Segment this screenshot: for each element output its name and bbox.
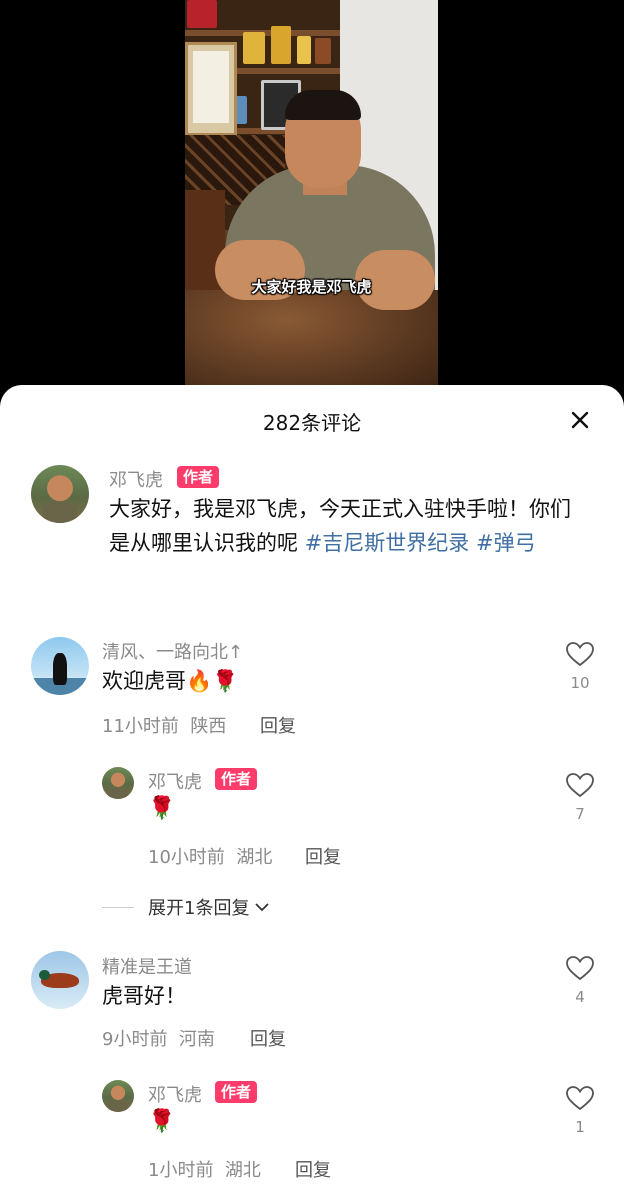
like-button[interactable] (565, 1085, 595, 1115)
avatar[interactable] (102, 767, 134, 799)
comment-author-name[interactable]: 邓飞虎 (148, 1081, 202, 1107)
comment-text: 欢迎虎哥🔥🌹 (102, 669, 239, 693)
heart-icon (566, 642, 594, 667)
avatar[interactable] (31, 951, 89, 1009)
avatar[interactable] (31, 637, 89, 695)
video-frame: 大家好我是邓飞虎 (185, 0, 438, 390)
like-count: 10 (570, 674, 590, 692)
comment-author-name[interactable]: 邓飞虎 (148, 768, 202, 794)
like-button[interactable] (565, 772, 595, 802)
framed-certificate (185, 42, 237, 136)
comment-text: 大家好，我是邓飞虎，今天正式入驻快手啦！你们是从哪里认识我的呢 #吉尼斯世界纪录… (109, 497, 571, 555)
comment-author-name[interactable]: 清风、一路向北↑ (102, 638, 243, 664)
avatar[interactable] (102, 1080, 134, 1112)
like-count: 4 (575, 988, 585, 1006)
comment-author-name[interactable]: 精准是王道 (102, 953, 192, 979)
close-button[interactable] (562, 402, 598, 438)
video-player[interactable]: 大家好我是邓飞虎 (0, 0, 624, 400)
comment-count-title: 282条评论 (262, 411, 362, 435)
reply-button[interactable]: 回复 (250, 1025, 286, 1051)
reply-button[interactable]: 回复 (295, 1156, 331, 1182)
like-count: 1 (575, 1118, 585, 1136)
comment-meta: 1小时前 湖北 (148, 1160, 261, 1181)
comment-meta: 10小时前 湖北 (148, 847, 273, 868)
reply-button[interactable]: 回复 (260, 712, 296, 738)
like-button[interactable] (565, 641, 595, 671)
expand-replies-button[interactable]: 展开1条回复 (102, 894, 271, 920)
avatar[interactable] (31, 465, 89, 523)
hashtag-link[interactable]: #弹弓 (476, 531, 536, 555)
author-badge: 作者 (177, 466, 220, 488)
comment-meta: 9小时前 河南 (102, 1029, 215, 1050)
heart-icon (566, 956, 594, 981)
comment-meta: 11小时前 陕西 (102, 716, 227, 737)
comment-text: 🌹 (148, 796, 176, 821)
reply-button[interactable]: 回复 (305, 843, 341, 869)
heart-icon (566, 773, 594, 798)
author-badge: 作者 (215, 768, 258, 790)
hashtag-link[interactable]: #吉尼斯世界纪录 (305, 531, 470, 555)
chevron-down-icon (255, 903, 270, 912)
author-badge: 作者 (215, 1081, 258, 1103)
like-count: 7 (575, 805, 585, 823)
comment-text: 🌹 (148, 1109, 176, 1134)
close-icon (571, 411, 589, 429)
video-subtitle: 大家好我是邓飞虎 (251, 278, 372, 296)
heart-icon (566, 1086, 594, 1111)
like-button[interactable] (565, 955, 595, 985)
comment-text: 虎哥好！ (102, 984, 186, 1008)
comment-author-name[interactable]: 邓飞虎 (109, 466, 163, 492)
comment-panel: 282条评论 邓飞虎 作者 大家好，我是邓飞虎，今天正式入驻快手啦！你们是从哪里… (0, 385, 624, 1200)
